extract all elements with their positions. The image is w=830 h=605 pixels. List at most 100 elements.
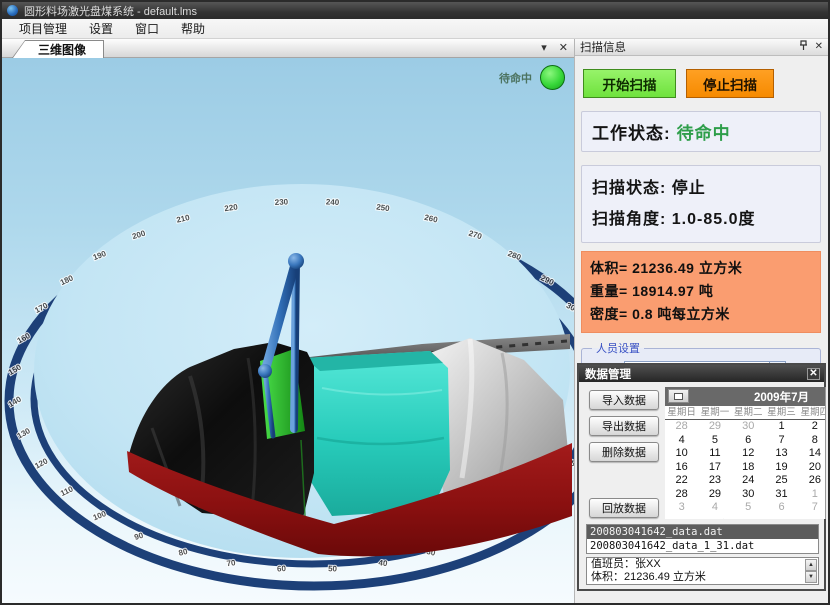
calendar-day[interactable]: 1 (798, 488, 826, 502)
scan-status-line: 扫描状态: 停止 (592, 173, 820, 204)
data-file-list[interactable]: 200803041642_data.dat 200803041642_data_… (586, 524, 819, 554)
calendar-day[interactable]: 5 (698, 434, 731, 448)
calendar-today-row: 今天: 2009-7-18 (665, 516, 826, 520)
file-list-item[interactable]: 200803041642_data.dat (587, 525, 818, 539)
calendar-day[interactable]: 13 (765, 447, 798, 461)
calendar-day[interactable]: 7 (765, 434, 798, 448)
angle-label: 70 (226, 558, 237, 568)
calendar-day[interactable]: 8 (798, 434, 826, 448)
calendar-day[interactable]: 16 (665, 461, 698, 475)
personnel-group-label: 人员设置 (592, 340, 644, 356)
calendar[interactable]: 2009年7月 星期日星期一星期二星期三星期四星期五星期六 2829301234… (665, 387, 826, 519)
calendar-day[interactable]: 6 (732, 434, 765, 448)
calendar-grid: 2829301234567891011121314151617181920212… (665, 420, 826, 515)
calendar-day[interactable]: 14 (798, 447, 826, 461)
data-manager-title: 数据管理 (585, 366, 807, 382)
today-date: 2009-7-18 (751, 519, 803, 520)
calendar-day[interactable]: 31 (765, 488, 798, 502)
scroll-down-button[interactable]: ▼ (805, 571, 817, 583)
data-manager-header: 数据管理 ✕ (579, 365, 824, 382)
menu-item-settings[interactable]: 设置 (78, 18, 124, 39)
calendar-day[interactable]: 30 (732, 420, 765, 434)
angle-label: 50 (328, 564, 338, 573)
mast-leg-right (294, 261, 296, 429)
calendar-day[interactable]: 30 (732, 488, 765, 502)
angle-label: 130 (16, 426, 33, 441)
angle-label: 40 (378, 558, 389, 568)
calendar-weekday: 星期二 (732, 406, 765, 419)
calendar-day[interactable]: 20 (798, 461, 826, 475)
angle-label: 220 (224, 202, 239, 213)
angle-label: 120 (33, 456, 49, 470)
playback-data-button[interactable]: 回放数据 (589, 498, 659, 518)
calendar-day[interactable]: 23 (698, 474, 731, 488)
calendar-day[interactable]: 29 (698, 420, 731, 434)
window-title: 圆形料场激光盘煤系统 - default.lms (24, 3, 197, 19)
calendar-weekday: 星期四 (798, 406, 826, 419)
calendar-day[interactable]: 25 (765, 474, 798, 488)
calendar-month-title: 2009年7月 (665, 389, 826, 405)
scan-angle-line: 扫描角度: 1.0-85.0度 (592, 204, 820, 235)
stop-scan-button[interactable]: 停止扫描 (686, 69, 774, 98)
data-manager-panel: 数据管理 ✕ 导入数据 导出数据 删除数据 回放数据 2009年7月 (577, 363, 826, 591)
calendar-day[interactable]: 6 (765, 501, 798, 515)
work-status-value: 待命中 (677, 124, 731, 143)
calendar-day[interactable]: 10 (665, 447, 698, 461)
standby-lamp-icon (540, 65, 565, 90)
pin-icon[interactable] (799, 40, 808, 54)
calendar-weekday: 星期一 (698, 406, 731, 419)
today-label: 今天: (718, 517, 745, 520)
calendar-day[interactable]: 24 (732, 474, 765, 488)
calendar-day[interactable]: 1 (765, 420, 798, 434)
scan-info-panel: 扫描信息 ✕ 开始扫描 停止扫描 工作状态:待命中 扫描状态: 停止 扫描角度:… (574, 39, 828, 605)
calendar-day[interactable]: 5 (732, 501, 765, 515)
calendar-day[interactable]: 7 (798, 501, 826, 515)
calendar-day[interactable]: 18 (732, 461, 765, 475)
calendar-day[interactable]: 19 (765, 461, 798, 475)
start-scan-button[interactable]: 开始扫描 (583, 69, 676, 98)
menu-bar: 项目管理 设置 窗口 帮助 (2, 19, 828, 39)
delete-data-button[interactable]: 删除数据 (589, 442, 659, 462)
calendar-weekday-row: 星期日星期一星期二星期三星期四星期五星期六 (665, 406, 826, 420)
calendar-day[interactable]: 3 (665, 501, 698, 515)
calendar-day[interactable]: 28 (665, 488, 698, 502)
export-data-button[interactable]: 导出数据 (589, 416, 659, 436)
calendar-day[interactable]: 11 (698, 447, 731, 461)
calendar-day[interactable]: 12 (732, 447, 765, 461)
title-bar: 圆形料场激光盘煤系统 - default.lms (2, 2, 828, 19)
calendar-day[interactable]: 28 (665, 420, 698, 434)
menu-item-help[interactable]: 帮助 (170, 18, 216, 39)
calendar-day[interactable]: 2 (798, 420, 826, 434)
tab-close-icon[interactable]: ✕ (559, 41, 568, 55)
calendar-day[interactable]: 4 (665, 434, 698, 448)
file-list-item[interactable]: 200803041642_data_1_31.dat (587, 539, 818, 553)
calendar-day[interactable]: 17 (698, 461, 731, 475)
menu-item-project[interactable]: 项目管理 (8, 18, 78, 39)
angle-label: 240 (326, 197, 340, 207)
calendar-day[interactable]: 26 (798, 474, 826, 488)
calendar-weekday: 星期日 (665, 406, 698, 419)
calendar-day[interactable]: 29 (698, 488, 731, 502)
work-status-label: 工作状态: (592, 124, 671, 143)
standby-label: 待命中 (499, 70, 532, 86)
panel-close-icon[interactable]: ✕ (815, 42, 823, 52)
tab-3d-image[interactable]: 三维图像 (12, 40, 104, 58)
weight-line: 重量= 18914.97 吨 (590, 280, 820, 303)
scene-3d: 0102030405060708090100110120130140150160… (2, 58, 574, 605)
angle-label: 60 (277, 564, 287, 573)
data-manager-close-icon[interactable]: ✕ (807, 368, 820, 380)
work-status-box: 工作状态: 待命中 (581, 111, 821, 152)
calendar-day[interactable]: 4 (698, 501, 731, 515)
angle-label: 300 (565, 301, 574, 315)
import-data-button[interactable]: 导入数据 (589, 390, 659, 410)
today-marker-box (670, 519, 710, 520)
calendar-day[interactable]: 22 (665, 474, 698, 488)
view-pane: 三维图像 ▾ ✕ (2, 39, 574, 605)
record-info-box: 值班员：张XX 体积：21236.49 立方米 ▲ ▼ (586, 557, 819, 585)
scan-status-box: 扫描状态: 停止 扫描角度: 1.0-85.0度 (581, 165, 821, 243)
tab-label: 三维图像 (30, 41, 86, 58)
viewport-3d[interactable]: 0102030405060708090100110120130140150160… (2, 58, 574, 605)
menu-item-window[interactable]: 窗口 (124, 18, 170, 39)
tab-menu-icon[interactable]: ▾ (541, 41, 547, 55)
scroll-up-button[interactable]: ▲ (805, 559, 817, 571)
